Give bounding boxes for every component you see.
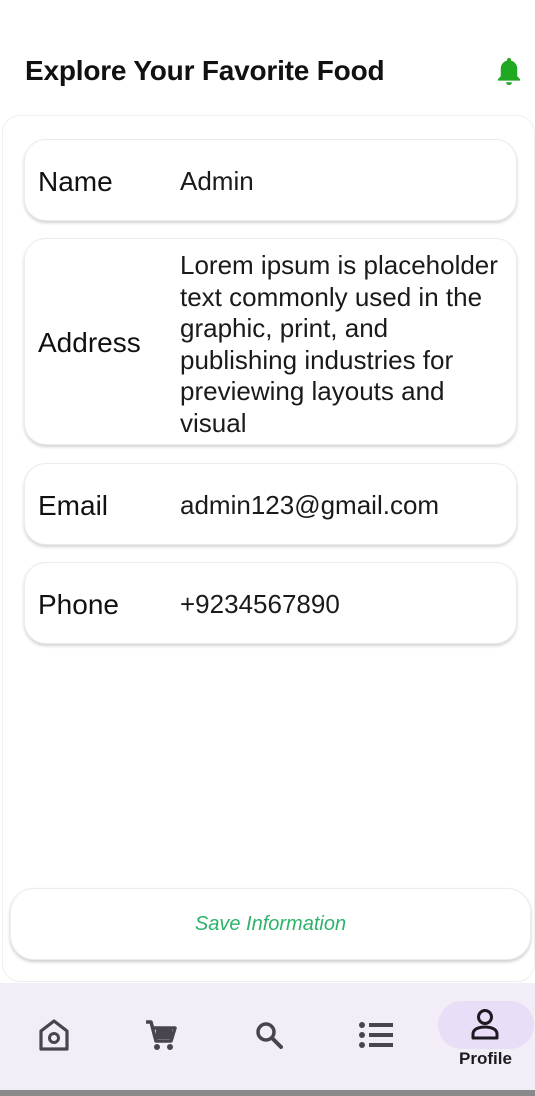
address-row: Address Lorem ipsum is placeholder text … xyxy=(24,238,517,445)
search-icon xyxy=(256,1022,283,1049)
nav-search[interactable] xyxy=(214,983,321,1090)
list-icon xyxy=(359,1022,393,1048)
name-label: Name xyxy=(38,166,113,197)
home-icon xyxy=(39,1019,69,1051)
nav-profile[interactable]: Profile xyxy=(430,983,535,1090)
address-value: Lorem ipsum is placeholder text commonly… xyxy=(180,250,498,438)
phone-value: +9234567890 xyxy=(180,589,340,619)
nav-cart[interactable] xyxy=(107,983,214,1090)
nav-home[interactable] xyxy=(0,983,107,1090)
email-row: Email admin123@gmail.com xyxy=(24,463,517,545)
nav-profile-label: Profile xyxy=(459,1049,512,1068)
page-title: Explore Your Favorite Food xyxy=(25,55,385,86)
phone-label: Phone xyxy=(38,589,119,620)
app-header: Explore Your Favorite Food xyxy=(0,0,535,112)
address-label: Address xyxy=(38,327,141,358)
bell-icon[interactable] xyxy=(494,56,524,88)
cart-icon xyxy=(146,1020,177,1050)
phone-row: Phone +9234567890 xyxy=(24,562,517,644)
email-label: Email xyxy=(38,490,109,521)
name-row: Name Admin xyxy=(24,139,517,221)
profile-screen: Explore Your Favorite Food Name Admin Ad… xyxy=(0,0,535,1096)
email-value: admin123@gmail.com xyxy=(180,490,440,520)
name-value: Admin xyxy=(180,166,254,196)
save-information-button[interactable]: Save Information xyxy=(10,888,531,960)
person-icon xyxy=(471,1009,499,1040)
nav-list[interactable] xyxy=(321,983,428,1090)
system-navigation-bar xyxy=(0,1090,535,1096)
save-information-label: Save Information xyxy=(194,912,347,935)
